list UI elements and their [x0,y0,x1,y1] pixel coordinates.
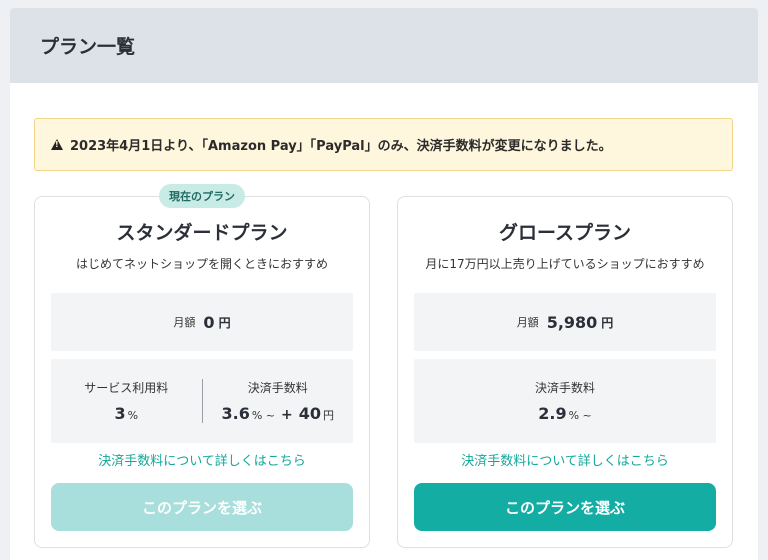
payment-fee-fixed: 40 [298,404,321,423]
monthly-price-box: 月額 5,980 円 [414,293,716,351]
service-fee-value: 3 [114,404,126,423]
plan-list-panel: プラン一覧 2023年4月1日より、「Amazon Pay」「PayPal」のみ… [10,8,758,560]
price-value: 5,980 [546,312,598,332]
payment-fee-value: 2.9 [538,404,567,423]
plan-name: スタンダードプラン [116,222,288,244]
price-label: 月額 [173,316,196,329]
price-unit: 円 [601,315,614,330]
payment-fee-unit: % ~ [251,409,275,422]
notice-text: 2023年4月1日より、「Amazon Pay」「PayPal」のみ、決済手数料… [70,139,612,154]
payment-fee: 決済手数料 3.6% ~ +40 円 [203,379,354,423]
current-plan-badge: 現在のプラン [159,184,245,208]
payment-fee-unit: % ~ [568,409,592,422]
payment-fee-value: 3.6 [221,404,250,423]
fee-box: 決済手数料 2.9% ~ [414,359,716,443]
page-title: プラン一覧 [40,36,136,58]
price-unit: 円 [218,315,231,330]
payment-fee-title: 決済手数料 [534,381,595,395]
plan-name: グロースプラン [498,222,632,244]
payment-fee-title: 決済手数料 [247,381,308,395]
payment-fee-fixed-unit: 円 [323,409,334,422]
plan-description: はじめてネットショップを開くときにおすすめ [75,257,328,271]
payment-fee-plus: + [281,407,293,423]
warning-icon [51,139,63,150]
plan-description: 月に17万円以上売り上げているショップにおすすめ [425,257,705,271]
fee-details-link[interactable]: 決済手数料について詳しくはこちら [35,450,369,469]
fee-change-notice: 2023年4月1日より、「Amazon Pay」「PayPal」のみ、決済手数料… [34,118,733,171]
service-fee-unit: % [127,409,139,422]
price-value: 0 [203,312,215,332]
fee-details-link[interactable]: 決済手数料について詳しくはこちら [398,450,732,469]
fee-box: サービス利用料 3% 決済手数料 3.6% ~ +40 円 [51,359,353,443]
service-fee: サービス利用料 3% [51,379,202,423]
standard-plan-card: 現在のプラン スタンダードプラン はじめてネットショップを開くときにおすすめ 月… [34,184,370,548]
select-standard-plan-button[interactable]: このプランを選ぶ [51,483,353,531]
price-label: 月額 [516,316,539,329]
panel-header: プラン一覧 [10,8,758,83]
payment-fee: 決済手数料 2.9% ~ [414,379,716,423]
select-growth-plan-button[interactable]: このプランを選ぶ [414,483,716,531]
monthly-price-box: 月額 0 円 [51,293,353,351]
service-fee-title: サービス利用料 [84,381,169,395]
growth-plan-card: グロースプラン 月に17万円以上売り上げているショップにおすすめ 月額 5,98… [397,196,733,548]
